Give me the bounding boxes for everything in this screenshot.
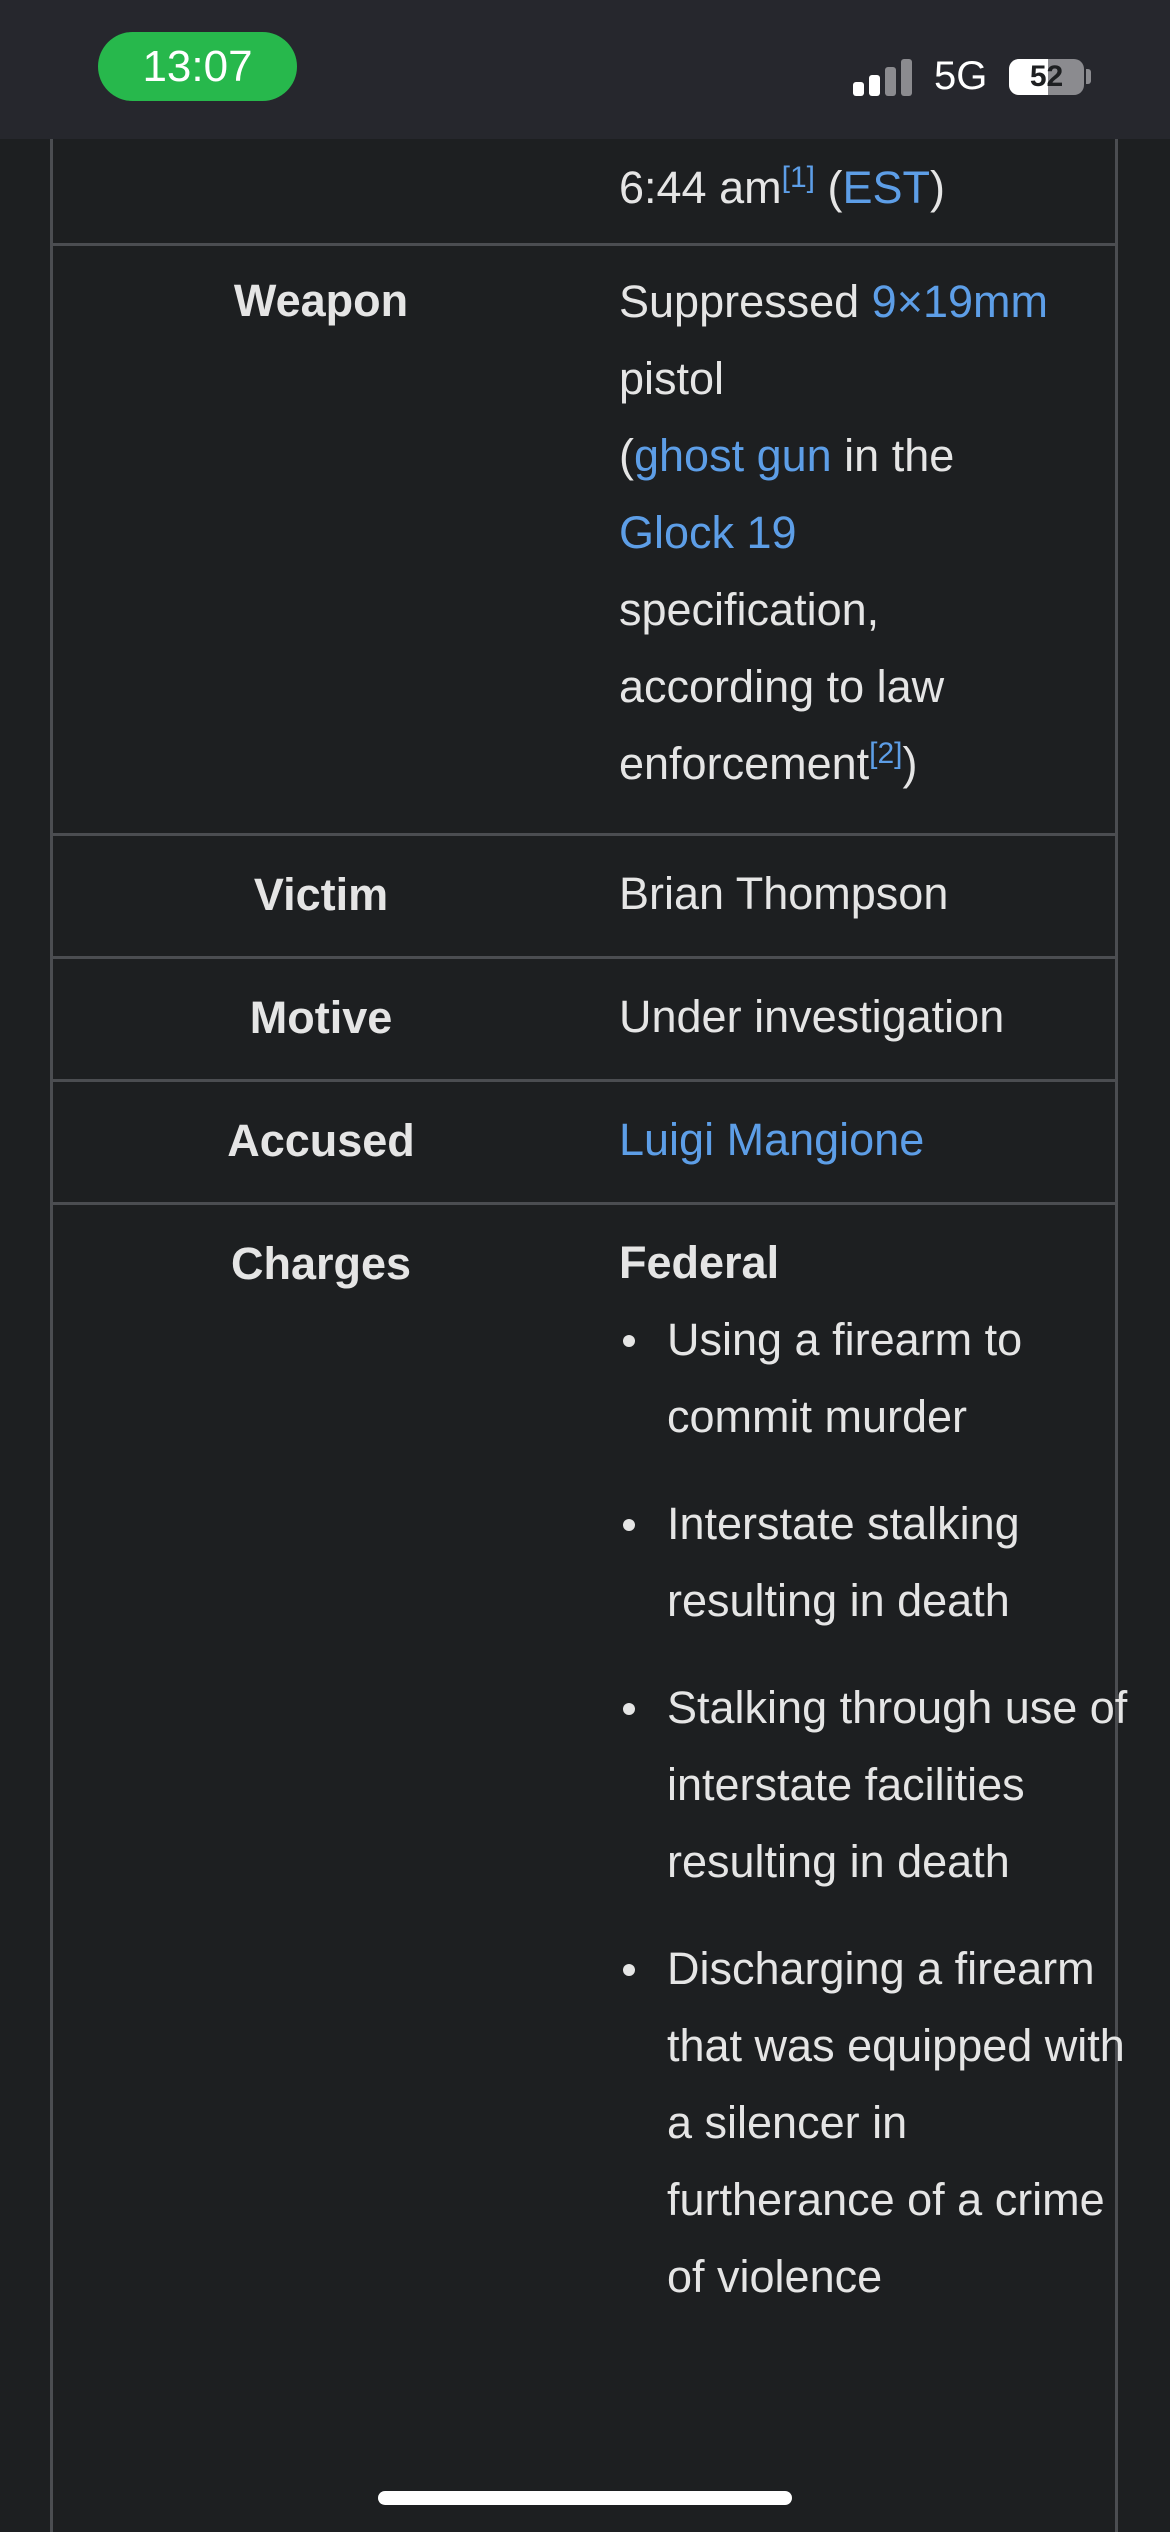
infobox-row-weapon: Weapon Suppressed 9×19mm pistol (ghost g…: [53, 243, 1115, 836]
infobox-row-accused: Accused Luigi Mangione: [53, 1079, 1115, 1205]
time-text: 6:44 am: [619, 162, 782, 213]
ghost-gun-link[interactable]: ghost gun: [634, 430, 832, 481]
weapon-line-4: Glock 19: [619, 494, 1139, 571]
reference-link-1[interactable]: [1]: [782, 161, 815, 194]
charge-item: Using a firearm to commit murder: [619, 1301, 1139, 1455]
glock-19-link[interactable]: Glock 19: [619, 507, 797, 558]
charge-item: Interstate stalking resulting in death: [619, 1485, 1139, 1639]
weapon-suppressed-text: Suppressed: [619, 276, 872, 327]
weapon-label: Weapon: [233, 275, 409, 326]
weapon-in-the-text: in the: [831, 430, 955, 481]
motive-value: Under investigation: [619, 991, 1005, 1042]
paren-close: ): [902, 738, 918, 789]
victim-value: Brian Thompson: [619, 868, 949, 919]
weapon-line-5: specification,: [619, 584, 880, 635]
accused-label: Accused: [227, 1115, 415, 1166]
status-bar: 13:07 5G 52: [0, 0, 1170, 139]
battery-icon: 52: [1009, 59, 1084, 95]
weapon-line-1: Suppressed 9×19mm: [619, 263, 1139, 340]
motive-label: Motive: [249, 992, 393, 1043]
charges-federal-heading: Federal: [619, 1237, 780, 1288]
charges-list: Using a firearm to commit murder Interst…: [619, 1301, 1139, 2315]
accused-link[interactable]: Luigi Mangione: [619, 1101, 1139, 1178]
paren-open: (: [619, 430, 634, 481]
network-type: 5G: [934, 54, 988, 98]
paren-close: ): [930, 162, 946, 213]
charges-value: Federal Using a firearm to commit murder…: [619, 1224, 1139, 2345]
infobox-table: 6:44 am[1] (EST) Weapon Suppressed 9×19m…: [50, 139, 1127, 2532]
battery-tip: [1086, 69, 1091, 84]
weapon-line-3: (ghost gun in the: [619, 417, 1139, 494]
time-value: 6:44 am[1] (EST): [619, 149, 1139, 226]
caliber-link[interactable]: 9×19mm: [872, 276, 1048, 327]
weapon-value: Suppressed 9×19mm pistol (ghost gun in t…: [619, 263, 1139, 802]
victim-label: Victim: [253, 869, 389, 920]
weapon-line-7: enforcement[2]): [619, 725, 1139, 802]
infobox-row-time: 6:44 am[1] (EST): [53, 139, 1115, 246]
weapon-line-2: pistol: [619, 353, 725, 404]
paren-open: (: [827, 162, 843, 213]
battery-level: 52: [1029, 60, 1064, 93]
timezone-link[interactable]: EST: [842, 162, 930, 213]
charge-item: Discharging a firearm that was equipped …: [619, 1930, 1139, 2315]
home-indicator[interactable]: [378, 2491, 792, 2505]
weapon-enforcement-text: enforcement: [619, 738, 870, 789]
infobox-row-charges: Charges Federal Using a firearm to commi…: [53, 1202, 1127, 2532]
charge-item: Stalking through use of interstate facil…: [619, 1669, 1139, 1900]
infobox-row-victim: Victim Brian Thompson: [53, 833, 1115, 959]
infobox-row-motive: Motive Under investigation: [53, 956, 1115, 1082]
weapon-line-6: according to law: [619, 661, 945, 712]
status-time[interactable]: 13:07: [98, 32, 297, 101]
cellular-signal-icon: [853, 58, 915, 96]
charges-label: Charges: [230, 1238, 412, 1289]
reference-link-2[interactable]: [2]: [869, 737, 902, 770]
